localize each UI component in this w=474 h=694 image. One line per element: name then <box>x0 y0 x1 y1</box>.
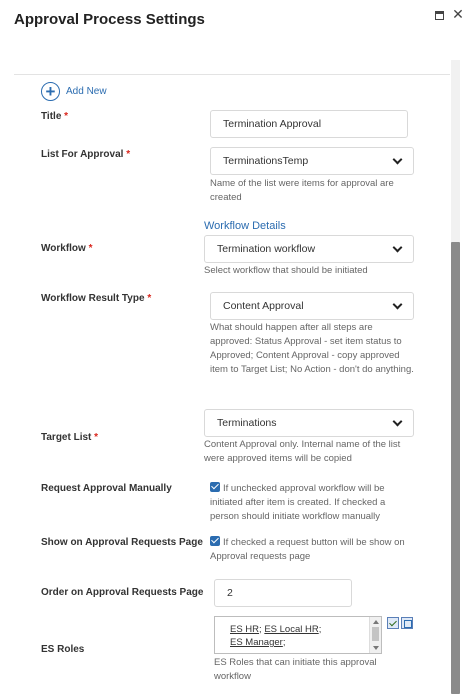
request-approval-manually-checkbox[interactable] <box>210 482 220 492</box>
add-new-label: Add New <box>66 86 107 97</box>
order-input[interactable]: 2 <box>214 579 352 607</box>
target-list-help: Content Approval only. Internal name of … <box>204 439 401 464</box>
workflow-result-type-select[interactable]: Content Approval <box>210 292 414 320</box>
list-for-approval-value: TerminationsTemp <box>223 155 309 167</box>
chevron-down-icon <box>392 242 403 252</box>
check-names-icon[interactable] <box>387 617 399 629</box>
workflow-result-type-help: What should happen after all steps are a… <box>210 322 414 375</box>
scroll-up-icon[interactable] <box>373 620 379 624</box>
window-controls: ✕ <box>435 7 464 21</box>
chevron-down-icon <box>392 299 403 309</box>
workflow-result-type-value: Content Approval <box>223 300 304 312</box>
list-for-approval-select[interactable]: TerminationsTemp <box>210 147 414 175</box>
scroll-down-icon[interactable] <box>373 646 379 650</box>
request-approval-manually-label: Request Approval Manually <box>41 483 172 494</box>
show-on-requests-page-label: Show on Approval Requests Page <box>41 537 203 548</box>
workflow-details-heading: Workflow Details <box>204 220 286 232</box>
role-es-manager[interactable]: ES Manager <box>230 637 283 648</box>
maximize-icon[interactable] <box>435 10 444 20</box>
close-icon[interactable]: ✕ <box>452 7 464 21</box>
people-picker-icons <box>387 617 413 629</box>
es-roles-list: ES HR; ES Local HR; ES Manager; <box>230 624 322 648</box>
title-label: Title * <box>41 111 69 122</box>
target-list-label: Target List * <box>41 432 99 443</box>
add-new-button[interactable]: + Add New <box>41 82 107 101</box>
target-list-value: Terminations <box>217 417 277 429</box>
chevron-down-icon <box>392 154 403 164</box>
role-es-local-hr[interactable]: ES Local HR <box>264 624 318 635</box>
es-roles-label: ES Roles <box>41 644 85 655</box>
title-input[interactable]: Termination Approval <box>210 110 408 138</box>
show-on-requests-page-help: If checked a request button will be show… <box>210 537 405 562</box>
workflow-label: Workflow * <box>41 243 93 254</box>
roles-scroll-thumb[interactable] <box>372 627 379 641</box>
plus-circle-icon: + <box>41 82 60 101</box>
request-approval-manually-row: If unchecked approval workflow will be i… <box>210 482 410 524</box>
roles-scrollbar[interactable] <box>369 617 381 653</box>
workflow-help: Select workflow that should be initiated <box>204 265 368 276</box>
list-for-approval-help: Name of the list were items for approval… <box>210 178 394 203</box>
show-on-requests-page-row: If checked a request button will be show… <box>210 536 410 564</box>
list-for-approval-label: List For Approval * <box>41 149 131 160</box>
panel-title: Approval Process Settings <box>14 11 205 28</box>
show-on-requests-page-checkbox[interactable] <box>210 536 220 546</box>
order-label: Order on Approval Requests Page <box>41 587 204 598</box>
es-roles-help: ES Roles that can initiate this approval… <box>214 657 377 682</box>
request-approval-manually-help: If unchecked approval workflow will be i… <box>210 483 386 522</box>
workflow-value: Termination workflow <box>217 243 316 255</box>
workflow-result-type-label: Workflow Result Type * <box>41 293 152 304</box>
workflow-select[interactable]: Termination workflow <box>204 235 414 263</box>
header-divider <box>14 74 450 75</box>
browse-address-book-icon[interactable] <box>401 617 413 629</box>
role-es-hr[interactable]: ES HR <box>230 624 259 635</box>
chevron-down-icon <box>392 416 403 426</box>
target-list-select[interactable]: Terminations <box>204 409 414 437</box>
es-roles-picker[interactable]: ES HR; ES Local HR; ES Manager; <box>214 616 382 654</box>
scrollbar-thumb[interactable] <box>451 242 460 694</box>
